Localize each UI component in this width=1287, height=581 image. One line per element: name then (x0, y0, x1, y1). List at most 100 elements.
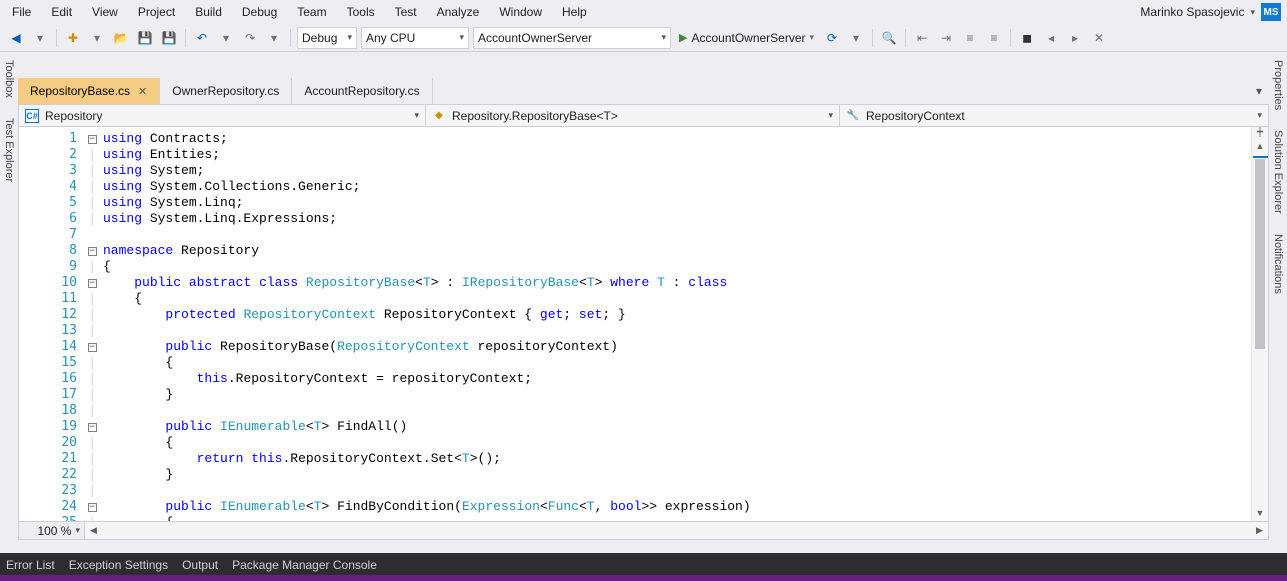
code-line[interactable]: public RepositoryBase(RepositoryContext … (103, 339, 1251, 355)
fold-toggle[interactable]: − (85, 499, 99, 515)
menu-file[interactable]: File (2, 2, 41, 22)
outdent-button[interactable]: ⇤ (911, 27, 933, 49)
panel-tab-toolbox[interactable]: Toolbox (1, 52, 17, 106)
code-line[interactable]: } (103, 467, 1251, 483)
menu-window[interactable]: Window (489, 2, 552, 22)
code-line[interactable]: using Entities; (103, 147, 1251, 163)
fold-toggle[interactable]: − (85, 419, 99, 435)
tab-repositorybase-cs[interactable]: RepositoryBase.cs✕ (18, 78, 160, 104)
fold-toggle[interactable]: − (85, 131, 99, 147)
code-line[interactable] (103, 227, 1251, 243)
panel-tab-solution-explorer[interactable]: Solution Explorer (1270, 122, 1286, 222)
redo-arrow[interactable]: ▾ (263, 27, 285, 49)
menu-team[interactable]: Team (287, 2, 336, 22)
tool-tab-output[interactable]: Output (182, 555, 218, 575)
menu-edit[interactable]: Edit (41, 2, 82, 22)
code-line[interactable] (103, 403, 1251, 419)
code-line[interactable]: using System.Linq; (103, 195, 1251, 211)
code-line[interactable] (103, 323, 1251, 339)
tab-accountrepository-cs[interactable]: AccountRepository.cs (292, 78, 432, 104)
browser-arrow[interactable]: ▾ (845, 27, 867, 49)
startup-project-dropdown[interactable]: AccountOwnerServer▾ (473, 27, 671, 49)
nav-type-dropdown[interactable]: ◆ Repository.RepositoryBase<T>▾ (426, 105, 840, 126)
menu-test[interactable]: Test (385, 2, 427, 22)
nav-member-dropdown[interactable]: 🔧 RepositoryContext▾ (840, 105, 1268, 126)
menu-build[interactable]: Build (185, 2, 232, 22)
menu-tools[interactable]: Tools (337, 2, 385, 22)
scroll-thumb[interactable] (1255, 159, 1265, 349)
close-icon[interactable]: ✕ (138, 85, 147, 98)
undo-arrow[interactable]: ▾ (215, 27, 237, 49)
code-line[interactable]: { (103, 435, 1251, 451)
code-content[interactable]: using Contracts;using Entities;using Sys… (99, 127, 1251, 521)
scroll-left-button[interactable]: ◀ (85, 522, 102, 539)
menu-view[interactable]: View (82, 2, 128, 22)
panel-tab-properties[interactable]: Properties (1270, 52, 1286, 118)
new-project-button[interactable]: ✚ (62, 27, 84, 49)
next-bookmark-button[interactable]: ▸ (1064, 27, 1086, 49)
code-line[interactable]: using System.Linq.Expressions; (103, 211, 1251, 227)
tab-overflow-button[interactable]: ▾ (1249, 78, 1269, 104)
new-project-arrow[interactable]: ▾ (86, 27, 108, 49)
tool-tab-error-list[interactable]: Error List (6, 555, 55, 575)
undo-button[interactable]: ↶ (191, 27, 213, 49)
uncomment-button[interactable]: ≡ (983, 27, 1005, 49)
menu-project[interactable]: Project (128, 2, 185, 22)
comment-button[interactable]: ≡ (959, 27, 981, 49)
user-name[interactable]: Marinko Spasojevic (1140, 5, 1244, 19)
scroll-right-button[interactable]: ▶ (1251, 522, 1268, 539)
bookmark-button[interactable]: ◼ (1016, 27, 1038, 49)
code-line[interactable]: protected RepositoryContext RepositoryCo… (103, 307, 1251, 323)
code-line[interactable]: { (103, 259, 1251, 275)
scroll-up-button[interactable]: ▲ (1252, 137, 1268, 154)
fold-toggle[interactable]: − (85, 243, 99, 259)
code-line[interactable] (103, 483, 1251, 499)
zoom-dropdown[interactable]: 100 %▾ (19, 522, 85, 539)
save-all-button[interactable]: 💾 (158, 27, 180, 49)
tab-ownerrepository-cs[interactable]: OwnerRepository.cs (160, 78, 292, 104)
tool-tab-package-manager-console[interactable]: Package Manager Console (232, 555, 377, 575)
code-line[interactable]: using System; (103, 163, 1251, 179)
nav-scope-dropdown[interactable]: C# Repository▾ (19, 105, 426, 126)
open-file-button[interactable]: 📂 (110, 27, 132, 49)
panel-tab-test-explorer[interactable]: Test Explorer (1, 110, 17, 190)
solution-config-dropdown[interactable]: Debug▾ (297, 27, 357, 49)
split-handle[interactable]: ┿ (1251, 127, 1268, 137)
code-line[interactable]: { (103, 515, 1251, 521)
code-line[interactable]: using Contracts; (103, 131, 1251, 147)
clear-bookmarks-button[interactable]: ✕ (1088, 27, 1110, 49)
code-line[interactable]: using System.Collections.Generic; (103, 179, 1251, 195)
code-line[interactable]: } (103, 387, 1251, 403)
scroll-down-button[interactable]: ▼ (1252, 504, 1268, 521)
save-button[interactable]: 💾 (134, 27, 156, 49)
horizontal-scrollbar[interactable]: ◀ ▶ (85, 522, 1268, 539)
code-editor[interactable]: 1234567891011121314151617181920212223242… (18, 126, 1269, 522)
code-line[interactable]: namespace Repository (103, 243, 1251, 259)
start-debug-button[interactable]: ▶AccountOwnerServer▾ (673, 27, 820, 49)
code-line[interactable]: this.RepositoryContext = repositoryConte… (103, 371, 1251, 387)
tool-tab-exception-settings[interactable]: Exception Settings (69, 555, 168, 575)
nav-back-button[interactable]: ◀ (5, 27, 27, 49)
code-line[interactable]: return this.RepositoryContext.Set<T>(); (103, 451, 1251, 467)
fold-toggle[interactable]: − (85, 275, 99, 291)
menu-analyze[interactable]: Analyze (427, 2, 490, 22)
solution-platform-dropdown[interactable]: Any CPU▾ (361, 27, 469, 49)
code-line[interactable]: public IEnumerable<T> FindByCondition(Ex… (103, 499, 1251, 515)
browser-refresh-button[interactable]: ⟳ (821, 27, 843, 49)
fold-toggle[interactable]: − (85, 339, 99, 355)
panel-tab-notifications[interactable]: Notifications (1270, 226, 1286, 302)
code-line[interactable]: public abstract class RepositoryBase<T> … (103, 275, 1251, 291)
indent-button[interactable]: ⇥ (935, 27, 957, 49)
code-line[interactable]: { (103, 291, 1251, 307)
nav-forward-button[interactable]: ▾ (29, 27, 51, 49)
prev-bookmark-button[interactable]: ◂ (1040, 27, 1062, 49)
vertical-scrollbar[interactable]: ▲ ▼ (1251, 137, 1268, 521)
code-line[interactable]: { (103, 355, 1251, 371)
menu-help[interactable]: Help (552, 2, 597, 22)
outlining-margin[interactable]: −│││││−│−│││−││││−││││−│││ (85, 127, 99, 521)
menu-debug[interactable]: Debug (232, 2, 287, 22)
code-line[interactable]: public IEnumerable<T> FindAll() (103, 419, 1251, 435)
redo-button[interactable]: ↷ (239, 27, 261, 49)
user-avatar[interactable]: MS (1261, 3, 1281, 21)
find-in-files-button[interactable]: 🔍 (878, 27, 900, 49)
